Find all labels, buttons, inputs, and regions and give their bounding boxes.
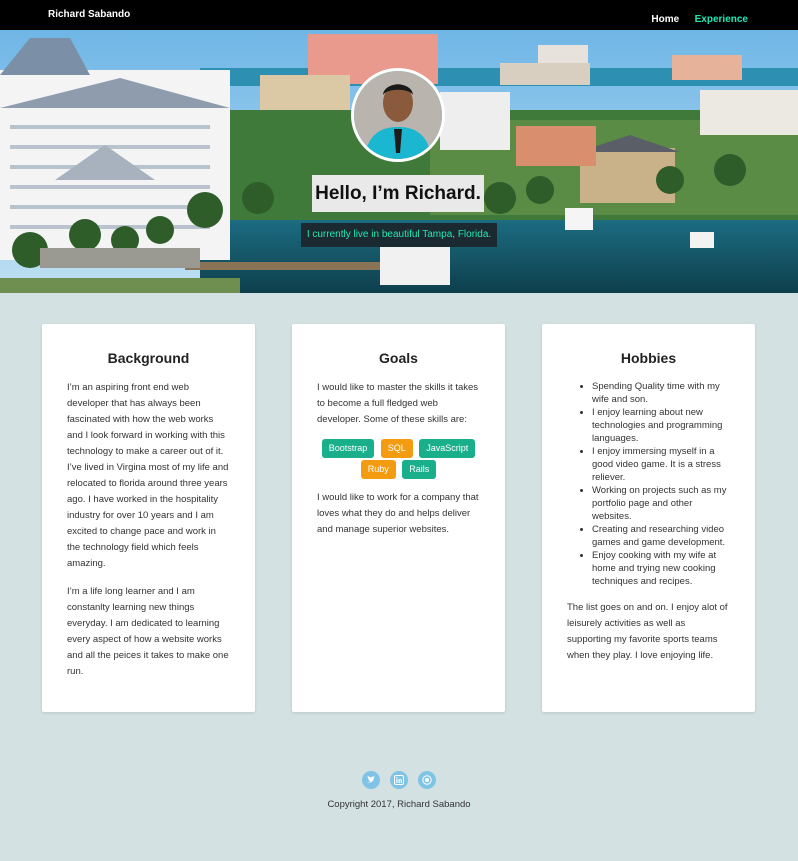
linkedin-icon[interactable]: [390, 771, 408, 789]
nav-link-home[interactable]: Home: [651, 14, 679, 25]
list-item: I enjoy immersing myself in a good video…: [592, 445, 730, 484]
goals-paragraph-1: I would like to master the skills it tak…: [317, 382, 479, 425]
goals-card: Goals I would like to master the skills …: [292, 324, 505, 712]
skill-badge: SQL: [380, 439, 413, 458]
hobbies-list: Spending Quality time with my wife and s…: [542, 380, 755, 588]
skill-badges: Bootstrap SQL JavaScript Ruby Rails: [292, 438, 505, 480]
list-item: Spending Quality time with my wife and s…: [592, 380, 730, 406]
profile-avatar: [351, 68, 445, 162]
brand-link[interactable]: Richard Sabando: [48, 9, 130, 20]
hobbies-card: Hobbies Spending Quality time with my wi…: [542, 324, 755, 712]
social-links: [0, 771, 798, 789]
github-icon[interactable]: [418, 771, 437, 789]
hero-title: Hello, I’m Richard.: [312, 175, 484, 212]
card-title-goals: Goals: [379, 350, 418, 366]
skill-badge: Rails: [402, 460, 437, 479]
list-item: I enjoy learning about new technologies …: [592, 406, 730, 445]
card-title-background: Background: [107, 350, 190, 366]
copyright-text: Copyright 2017, Richard Sabando: [327, 799, 471, 810]
hero-subtitle: I currently live in beautiful Tampa, Flo…: [301, 223, 497, 247]
card-title-hobbies: Hobbies: [620, 350, 677, 366]
goals-paragraph-2: I would like to work for a company that …: [317, 492, 479, 535]
nav-link-experience[interactable]: Experience: [695, 14, 748, 25]
list-item: Enjoy cooking with my wife at home and t…: [592, 549, 730, 588]
background-paragraph-2: I’m a life long learner and I am constan…: [67, 586, 229, 677]
list-item: Working on projects such as my portfolio…: [592, 484, 730, 523]
twitter-icon[interactable]: [361, 771, 380, 789]
hobbies-paragraph: The list goes on and on. I enjoy alot of…: [567, 602, 728, 661]
background-paragraph-1: I’m an aspiring front end web developer …: [67, 382, 229, 569]
skill-badge: Ruby: [360, 460, 396, 479]
skill-badge: JavaScript: [419, 439, 476, 458]
top-navbar: Richard Sabando Home Experience: [0, 0, 798, 30]
skill-badge: Bootstrap: [321, 439, 375, 458]
background-card: Background I’m an aspiring front end web…: [42, 324, 255, 712]
nav-links: Home Experience: [640, 9, 748, 27]
hero-banner: Hello, I’m Richard. I currently live in …: [0, 30, 798, 293]
list-item: Creating and researching video games and…: [592, 523, 730, 549]
